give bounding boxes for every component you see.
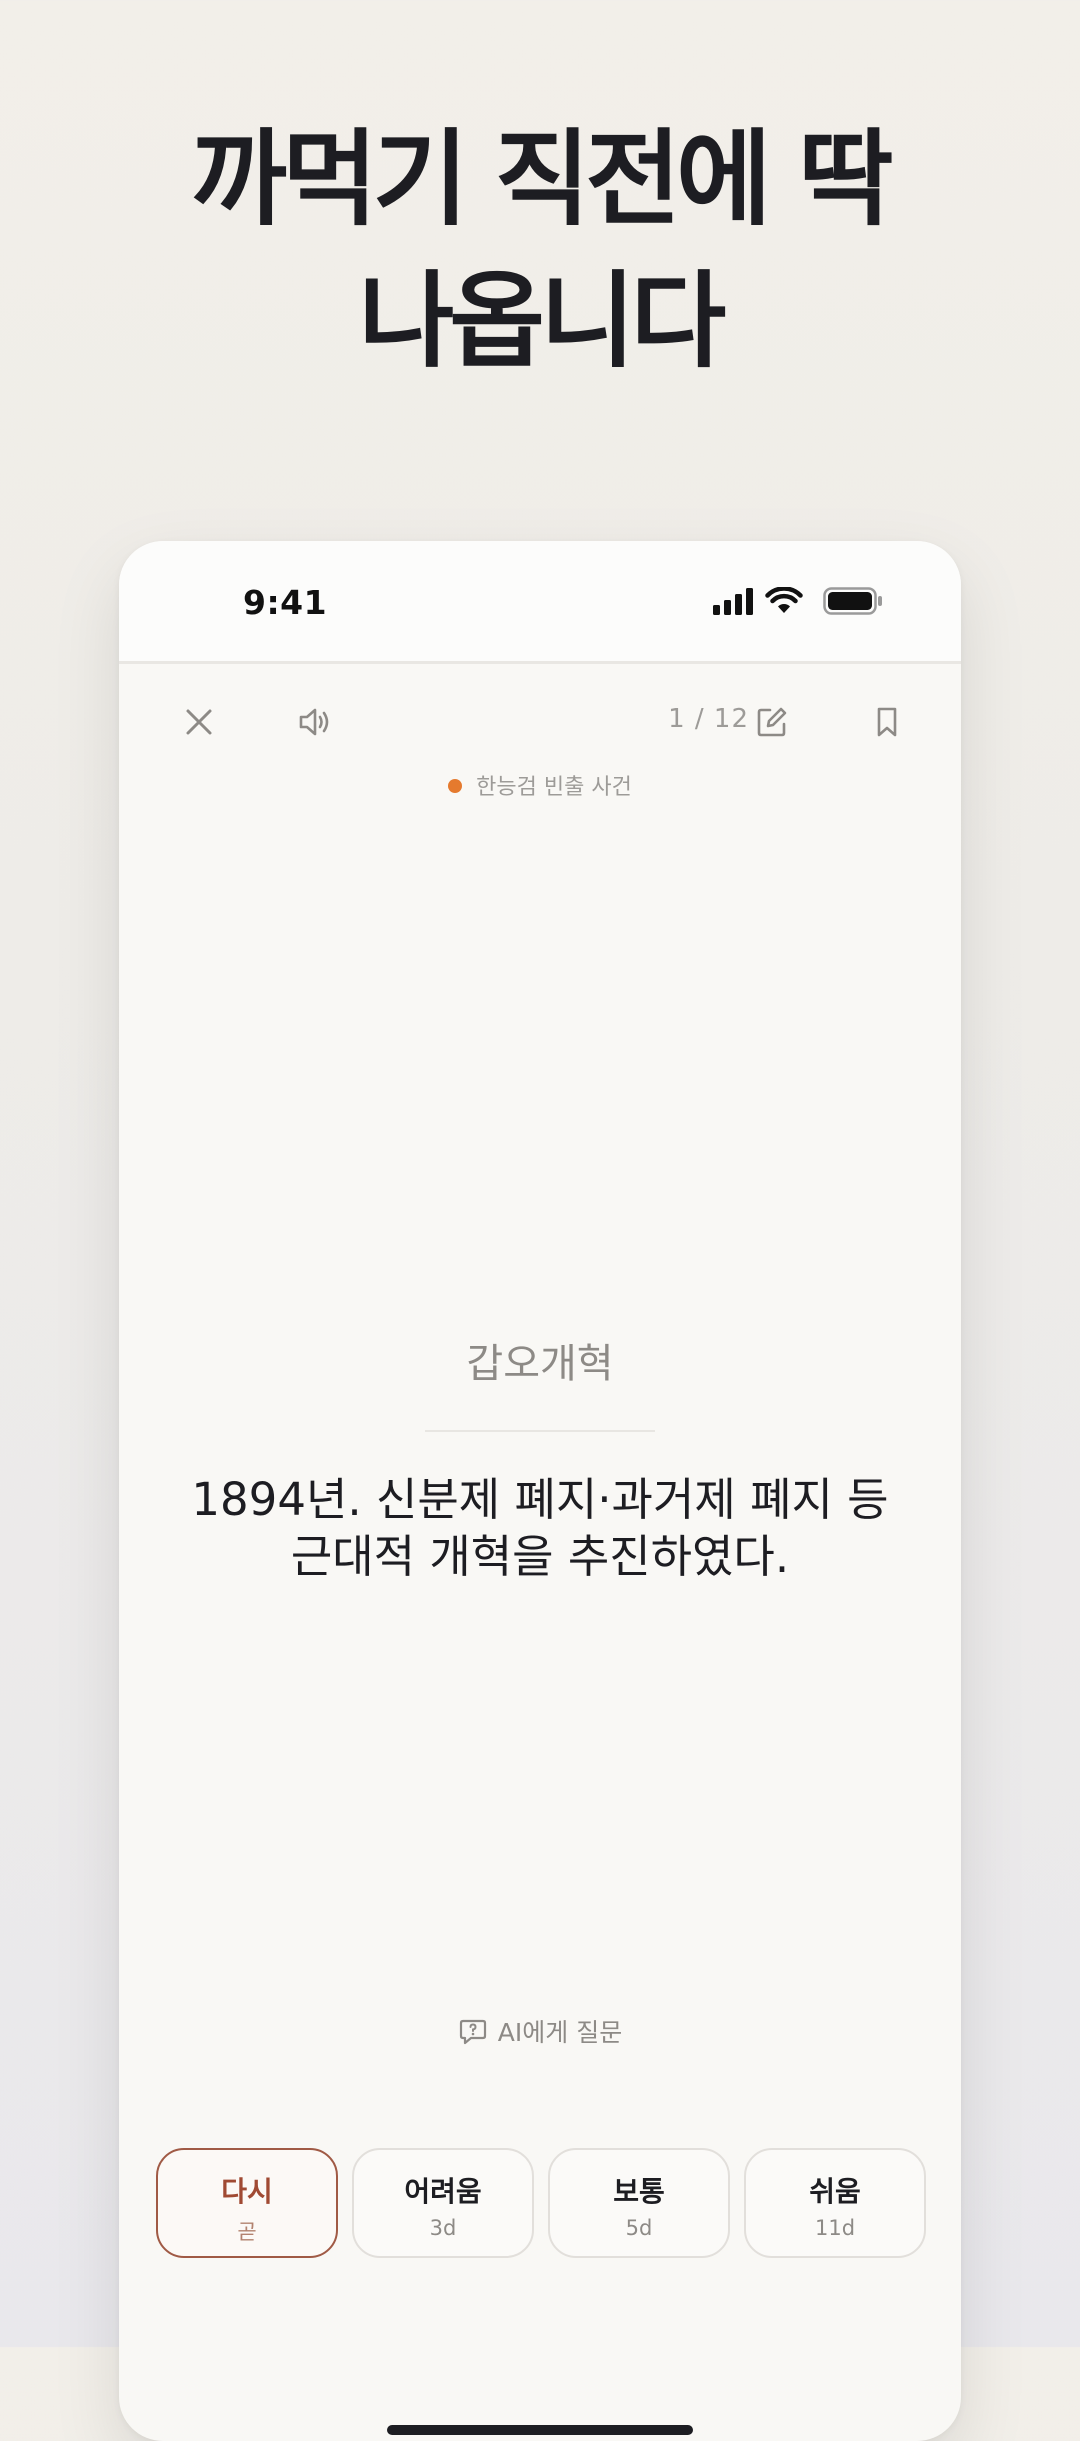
battery-icon: [823, 587, 882, 615]
card-front-text: 갑오개혁: [466, 1341, 614, 1387]
wifi-icon: [765, 587, 803, 613]
grade-interval: 11d: [814, 2216, 856, 2240]
grade-label: 어려움: [404, 2175, 482, 2208]
grade-again-button[interactable]: 다시 곧: [156, 2148, 338, 2258]
speaker-icon[interactable]: [289, 697, 339, 747]
status-bar: 9:41: [119, 541, 961, 664]
headline: 까먹기 직전에 딱 나옵니다: [0, 108, 1080, 392]
ask-ai-button[interactable]: AI에게 질문: [119, 2013, 961, 2049]
grade-interval: 곧: [237, 2220, 257, 2244]
edit-icon[interactable]: [747, 697, 797, 747]
status-time: 9:41: [243, 583, 328, 622]
grade-interval: 5d: [625, 2216, 653, 2240]
headline-line-2: 나옵니다: [358, 260, 727, 382]
close-icon[interactable]: [174, 697, 224, 747]
bookmark-icon[interactable]: [862, 697, 912, 747]
grade-easy-button[interactable]: 쉬움 11d: [744, 2148, 926, 2258]
card-counter: 1 / 12: [668, 704, 749, 734]
grade-interval: 3d: [429, 2216, 457, 2240]
chat-question-icon: [459, 2019, 486, 2045]
card-divider: [425, 1430, 655, 1432]
grade-buttons: 다시 곧 어려움 3d 보통 5d 쉬움 11d: [156, 2148, 926, 2260]
deck-tag: 한능검 빈출 사건: [119, 769, 961, 801]
card-back-line-2: 근대적 개혁을 추진하였다.: [290, 1530, 790, 1583]
card-back-line-1: 1894년. 신분제 폐지·과거제 폐지 등: [191, 1473, 889, 1526]
grade-label: 다시: [221, 2175, 273, 2208]
home-indicator: [387, 2425, 693, 2435]
grade-label: 보통: [613, 2175, 665, 2208]
phone-mockup: 9:41 1 / 12 한능검 빈출 사건 갑오개혁 1894년. 신분제 폐지…: [119, 541, 961, 2441]
ask-ai-label: AI에게 질문: [497, 2018, 623, 2047]
card-back-text: 1894년. 신분제 폐지·과거제 폐지 등 근대적 개혁을 추진하였다.: [179, 1471, 901, 1585]
headline-line-1: 까먹기 직전에 딱: [191, 118, 893, 240]
cellular-signal-icon: [713, 588, 753, 615]
grade-hard-button[interactable]: 어려움 3d: [352, 2148, 534, 2258]
deck-color-dot: [448, 779, 463, 793]
grade-label: 쉬움: [809, 2175, 861, 2208]
grade-good-button[interactable]: 보통 5d: [548, 2148, 730, 2258]
deck-name: 한능검 빈출 사건: [476, 775, 632, 800]
